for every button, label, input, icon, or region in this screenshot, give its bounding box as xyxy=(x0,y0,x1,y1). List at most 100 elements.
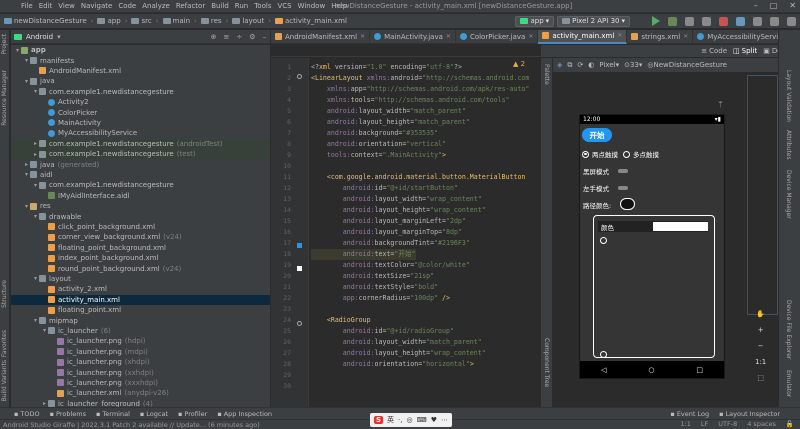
code-line[interactable]: android:layout_height="wrap_content" xyxy=(311,348,486,359)
tree-item[interactable]: ic_launcher.png (mdpi) xyxy=(11,347,270,357)
tree-item-selected[interactable]: activity_main.xml xyxy=(11,294,270,305)
add-icon[interactable]: ⊕ xyxy=(211,33,217,41)
chevron-down-icon[interactable]: ▾ xyxy=(41,327,48,334)
menu-item-edit[interactable]: Edit xyxy=(36,2,56,10)
tab-androidmanifest-xml[interactable]: AndroidManifest.xml ✕ xyxy=(271,29,371,44)
code-line[interactable]: android:layout_marginLeft="2dp" xyxy=(311,216,466,227)
tree-item[interactable]: ▾ com.example1.newdistancegesture xyxy=(11,87,270,97)
menu-item-analyze[interactable]: Analyze xyxy=(139,2,173,10)
breadcrumb-item[interactable]: res xyxy=(200,17,222,25)
tree-item[interactable]: MainActivity xyxy=(11,118,270,128)
close-tab-icon[interactable]: ✕ xyxy=(617,32,622,39)
code-line[interactable]: app:cornerRadius="100dp" /> xyxy=(311,293,450,304)
tree-item[interactable]: ▾ layout xyxy=(11,274,270,284)
gutter-context-icon[interactable] xyxy=(297,74,302,79)
breadcrumb-item[interactable]: app xyxy=(97,17,121,25)
minimize-icon[interactable]: – xyxy=(754,1,758,10)
tree-item[interactable]: ▾ manifests xyxy=(11,55,270,65)
chevron-down-icon[interactable]: ▾ xyxy=(23,57,30,64)
caret-position[interactable]: 1:1 xyxy=(680,420,690,428)
tree-item[interactable]: ▾ mipmap xyxy=(11,315,270,325)
tree-item[interactable]: ▾ java xyxy=(11,76,270,86)
code-line[interactable]: android:text="开始" xyxy=(311,249,416,260)
sdk-manager-icon[interactable] xyxy=(770,16,779,26)
maximize-icon[interactable]: □ xyxy=(770,1,778,10)
code-line[interactable]: android:background="#353535" xyxy=(311,128,438,139)
code-line[interactable]: android:id="@+id/radioGroup" xyxy=(311,326,454,337)
tree-item[interactable]: Activity2 xyxy=(11,97,270,107)
chevron-down-icon[interactable]: ▾ xyxy=(32,317,39,324)
chevron-down-icon[interactable]: ▾ xyxy=(14,47,21,54)
chevron-down-icon[interactable]: ▾ xyxy=(57,33,61,41)
code-line[interactable]: android:orientation="horizontal"> xyxy=(311,359,474,370)
tree-item[interactable]: click_point_background.xml xyxy=(11,222,270,232)
code-line[interactable]: android:orientation="vertical" xyxy=(311,139,446,150)
recents-icon[interactable]: □ xyxy=(696,366,703,374)
module-selector[interactable]: app ▾ xyxy=(515,15,555,27)
line-separator[interactable]: LF xyxy=(701,420,708,428)
menu-item-vcs[interactable]: VCS xyxy=(274,2,294,10)
tree-item[interactable]: ▸ java (generated) xyxy=(11,159,270,169)
tree-item[interactable]: AndroidManifest.xml xyxy=(11,66,270,76)
tab-strings-xml[interactable]: strings.xml ✕ xyxy=(627,29,694,44)
gutter-marker-icon[interactable] xyxy=(297,321,302,326)
tree-item[interactable]: ▸ com.example1.newdistancegesture (android… xyxy=(11,138,270,149)
run-icon[interactable] xyxy=(652,16,660,26)
home-icon[interactable]: ○ xyxy=(648,366,654,374)
code-line[interactable]: android:backgroundTint="#2196F3" xyxy=(311,238,470,249)
left-tool-tab-resource-manager[interactable]: Resource Manager xyxy=(1,70,8,126)
tab-activity-main-xml[interactable]: activity_main.xml ✕ xyxy=(538,29,628,44)
color-swatch-white[interactable] xyxy=(297,266,302,271)
menu-item-view[interactable]: View xyxy=(55,2,78,10)
code-line[interactable]: android:textSize="21sp" xyxy=(311,271,434,282)
menu-item-build[interactable]: Build xyxy=(208,2,232,10)
zoom-in-button[interactable]: + xyxy=(758,326,764,334)
color-preview-box[interactable] xyxy=(653,222,708,231)
start-button[interactable]: 开始 xyxy=(582,128,612,142)
code-line[interactable]: tools:context=".MainActivity"> xyxy=(311,150,446,161)
left-tool-tab-favorites[interactable]: Favorites xyxy=(1,330,8,357)
project-view-selector[interactable]: Android xyxy=(26,33,53,41)
back-icon[interactable]: ◁ xyxy=(601,366,606,374)
ime-button[interactable]: ♥ xyxy=(431,416,437,424)
close-tab-icon[interactable]: ✕ xyxy=(446,33,451,40)
close-tab-icon[interactable]: ✕ xyxy=(683,33,688,40)
lock-icon[interactable]: 🔓 xyxy=(786,420,794,428)
tree-item[interactable]: ▾ res xyxy=(11,201,270,211)
close-icon[interactable]: ✕ xyxy=(789,1,796,10)
tree-item[interactable]: activity_2.xml xyxy=(11,284,270,294)
chevron-right-icon[interactable]: ▸ xyxy=(41,400,48,407)
theme-selector[interactable]: ◎NewDistanceGesture xyxy=(647,61,727,69)
right-tool-tab-device-manager[interactable]: Device Manager xyxy=(785,170,792,219)
code-line[interactable]: android:layout_marginTop="8dp" xyxy=(311,227,462,238)
left-tool-tab-project[interactable]: Project xyxy=(1,34,8,55)
breadcrumb-item[interactable]: src xyxy=(131,17,152,25)
tree-item[interactable]: ▾ com.example1.newdistancegesture xyxy=(11,180,270,190)
split-mode-button[interactable]: ◫ Split xyxy=(733,47,757,55)
chevron-down-icon[interactable]: ▾ xyxy=(32,182,39,189)
chevron-right-icon[interactable]: ▸ xyxy=(32,140,39,147)
code-line[interactable]: <LinearLayout xmlns:android="http://sche… xyxy=(311,73,529,84)
code-mode-button[interactable]: ≡ Code xyxy=(701,47,727,55)
chevron-right-icon[interactable]: ▸ xyxy=(32,151,39,158)
tree-item[interactable]: ▾ ic_launcher (6) xyxy=(11,326,270,336)
blueprint-icon[interactable]: ⧉ xyxy=(567,61,572,70)
chevron-down-icon[interactable]: ▾ xyxy=(32,213,39,220)
tree-item[interactable]: corner_view_background.xml (v24) xyxy=(11,232,270,242)
tree-item[interactable]: index_point_background.xml xyxy=(11,253,270,263)
code-area[interactable]: <?xml version="1.0" encoding="utf-8"?> <L… xyxy=(311,58,541,407)
chevron-down-icon[interactable]: ▾ xyxy=(32,88,39,95)
gear-icon[interactable]: ⚙ xyxy=(249,33,255,41)
chevron-down-icon[interactable]: ▾ xyxy=(23,171,30,178)
tree-item[interactable]: ▾ app xyxy=(11,45,270,55)
menu-item-refactor[interactable]: Refactor xyxy=(173,2,208,10)
tree-item[interactable]: IMyAidlInterface.aidl xyxy=(11,191,270,201)
profile-icon[interactable] xyxy=(702,16,711,26)
code-line[interactable]: android:layout_width="match_parent" xyxy=(311,106,466,117)
code-line[interactable]: android:textStyle="bold" xyxy=(311,282,438,293)
orientation-icon[interactable]: ⟳ xyxy=(577,61,583,69)
fit-screen-icon[interactable]: ⬚ xyxy=(757,374,764,382)
component-tree-tab[interactable]: Component Tree xyxy=(543,338,550,387)
tool-window-event-log[interactable]: ▪ Event Log xyxy=(670,410,709,418)
breadcrumb-item[interactable]: layout xyxy=(232,17,264,25)
